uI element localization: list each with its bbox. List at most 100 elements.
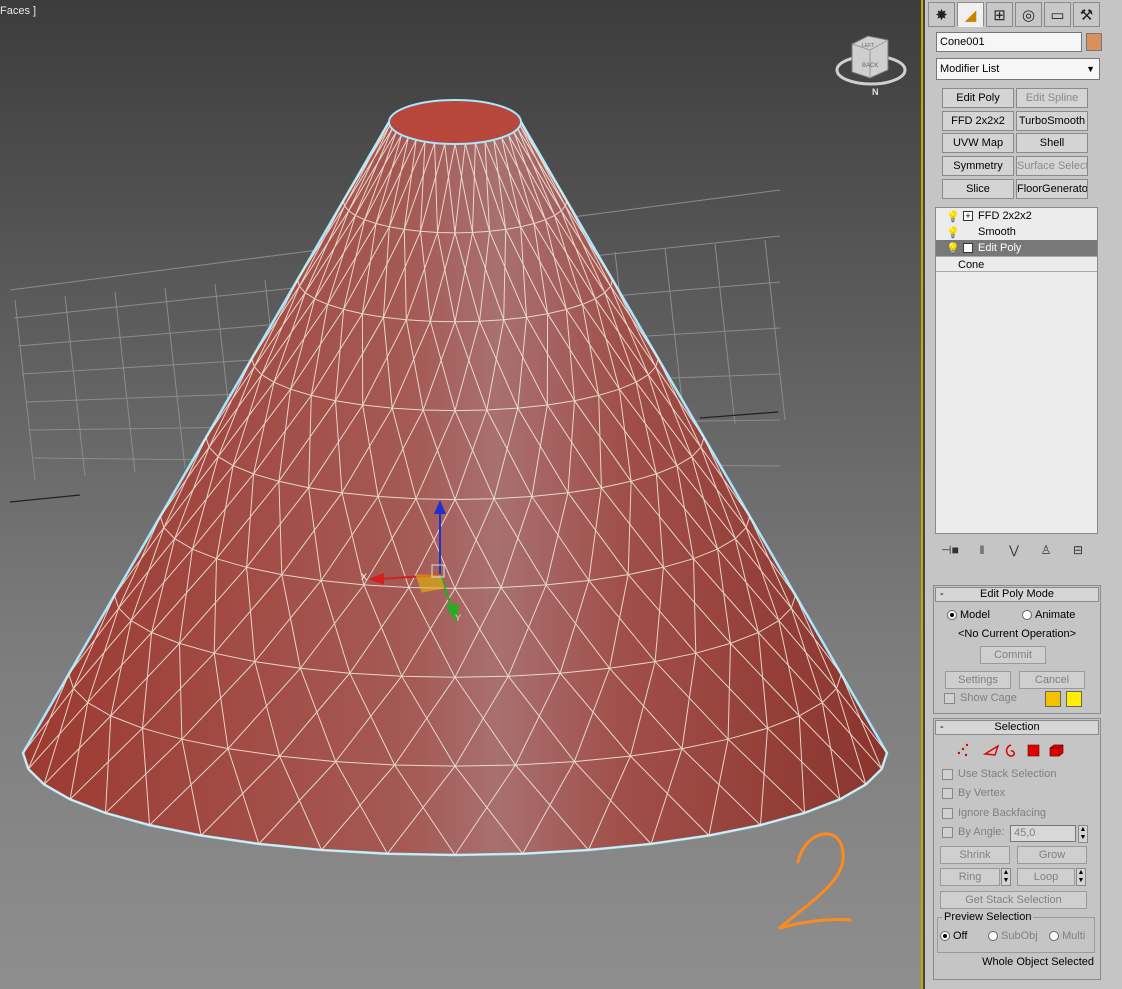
stack-toolbar: ⊣■ ‖ ⋁ ♙ ⊟ bbox=[935, 538, 1100, 562]
shell-button[interactable]: Shell bbox=[1016, 133, 1088, 153]
show-cage-label: Show Cage bbox=[960, 692, 1017, 704]
grid-axis-line bbox=[699, 411, 779, 419]
preview-multi-radio[interactable]: Multi bbox=[1049, 930, 1085, 942]
remove-modifier-icon[interactable]: ♙ bbox=[1036, 543, 1056, 557]
rollout-header-selection[interactable]: - Selection bbox=[935, 720, 1099, 735]
ignore-backfacing-checkbox[interactable]: Ignore Backfacing bbox=[942, 807, 1046, 819]
rollout-header-edit-poly-mode[interactable]: - Edit Poly Mode bbox=[935, 587, 1099, 602]
stack-item-smooth[interactable]: 💡 Smooth bbox=[936, 224, 1097, 240]
cancel-button[interactable]: Cancel bbox=[1019, 671, 1085, 689]
commit-button[interactable]: Commit bbox=[980, 646, 1046, 664]
multi-label: Multi bbox=[1062, 930, 1086, 942]
current-operation-label: <No Current Operation> bbox=[957, 628, 1076, 640]
edge-icon[interactable] bbox=[982, 744, 1000, 756]
by-angle-input[interactable]: 45,0 bbox=[1010, 825, 1076, 842]
pin-stack-icon[interactable]: ⊣■ bbox=[940, 543, 960, 557]
radio-icon bbox=[940, 931, 950, 942]
checkbox-icon bbox=[942, 807, 953, 819]
lightbulb-icon[interactable]: 💡 bbox=[946, 241, 960, 257]
checkbox-icon bbox=[942, 787, 953, 799]
settings-button[interactable]: Settings bbox=[945, 671, 1011, 689]
expand-icon[interactable]: + bbox=[963, 211, 973, 221]
stack-item-edit-poly[interactable]: 💡 + Edit Poly bbox=[936, 240, 1097, 256]
loop-button[interactable]: Loop bbox=[1017, 868, 1075, 886]
lightbulb-icon[interactable]: 💡 bbox=[946, 209, 960, 225]
border-icon[interactable] bbox=[1005, 744, 1015, 757]
object-name-field[interactable]: Cone001 bbox=[936, 32, 1082, 52]
collapse-icon[interactable]: - bbox=[940, 588, 944, 601]
edit-spline-button[interactable]: Edit Spline bbox=[1016, 88, 1088, 108]
display-tab[interactable]: ▭ bbox=[1044, 2, 1071, 27]
object-color-swatch[interactable] bbox=[1086, 33, 1102, 51]
animate-radio[interactable]: Animate bbox=[1022, 609, 1075, 621]
by-vertex-checkbox[interactable]: By Vertex bbox=[942, 787, 1005, 799]
ring-button[interactable]: Ring bbox=[940, 868, 1000, 886]
configure-sets-icon[interactable]: ⊟ bbox=[1068, 543, 1088, 557]
stack-item-label: Cone bbox=[958, 259, 985, 271]
utilities-tab[interactable]: ⚒ bbox=[1073, 2, 1100, 27]
create-tab[interactable]: ✸ bbox=[928, 2, 955, 27]
model-label: Model bbox=[960, 609, 990, 621]
show-end-result-icon[interactable]: ‖ bbox=[972, 543, 992, 557]
gizmo-x-label: X bbox=[361, 572, 367, 582]
checkbox-icon bbox=[942, 826, 953, 838]
edit-poly-mode-rollout: - Edit Poly Mode Model Animate <No Curre… bbox=[933, 585, 1101, 714]
preview-selection-group: Preview Selection Off SubObj Multi bbox=[937, 911, 1095, 953]
by-angle-label: By Angle: bbox=[958, 826, 1005, 838]
ignore-backfacing-label: Ignore Backfacing bbox=[958, 807, 1047, 819]
preview-off-radio[interactable]: Off bbox=[940, 930, 967, 942]
perspective-viewport[interactable]: X Y BACK LEFT N Faces ] bbox=[0, 0, 923, 989]
viewport-shading-label[interactable]: Faces ] bbox=[0, 5, 36, 17]
cage-color-swatch[interactable] bbox=[1045, 691, 1061, 707]
collapse-icon[interactable]: - bbox=[940, 721, 944, 734]
motion-tab[interactable]: ◎ bbox=[1015, 2, 1042, 27]
rollout-title: Edit Poly Mode bbox=[980, 588, 1054, 600]
use-stack-selection-checkbox[interactable]: Use Stack Selection bbox=[942, 768, 1056, 780]
floorgenerator-button[interactable]: FloorGenerator bbox=[1016, 179, 1088, 199]
modifier-stack[interactable]: 💡 + FFD 2x2x2 💡 Smooth 💡 + Edit Poly Con… bbox=[935, 207, 1098, 534]
cage-selected-color-swatch[interactable] bbox=[1066, 691, 1082, 707]
radio-icon bbox=[1022, 610, 1032, 621]
modify-tab[interactable]: ◢ bbox=[957, 2, 984, 27]
preview-selection-label: Preview Selection bbox=[942, 911, 1034, 923]
shrink-button[interactable]: Shrink bbox=[940, 846, 1010, 864]
vertex-icon[interactable] bbox=[957, 743, 969, 757]
loop-spinner[interactable]: ▲ ▼ bbox=[1076, 868, 1086, 886]
modifier-list-label: Modifier List bbox=[940, 63, 1000, 75]
edit-poly-button[interactable]: Edit Poly bbox=[942, 88, 1014, 108]
subobject-level-icons bbox=[957, 743, 1064, 757]
cone-top-cap[interactable] bbox=[388, 99, 522, 145]
hierarchy-tab[interactable]: ⊞ bbox=[986, 2, 1013, 27]
polygon-icon[interactable] bbox=[1027, 744, 1040, 757]
modifier-list-dropdown[interactable]: Modifier List ▼ bbox=[936, 58, 1100, 80]
grow-button[interactable]: Grow bbox=[1017, 846, 1087, 864]
stack-item-label: Edit Poly bbox=[978, 242, 1022, 254]
stack-item-cone[interactable]: Cone bbox=[936, 256, 1097, 272]
expand-icon[interactable]: + bbox=[963, 243, 973, 253]
chevron-down-icon: ▼ bbox=[1086, 64, 1095, 74]
turbosmooth-button[interactable]: TurboSmooth bbox=[1016, 111, 1088, 131]
show-cage-checkbox[interactable]: Show Cage bbox=[944, 692, 1017, 704]
stack-item-label: FFD 2x2x2 bbox=[978, 210, 1032, 222]
radio-icon bbox=[988, 931, 998, 942]
ring-spinner[interactable]: ▲ ▼ bbox=[1001, 868, 1011, 886]
by-angle-checkbox[interactable]: By Angle: bbox=[942, 826, 1004, 838]
make-unique-icon[interactable]: ⋁ bbox=[1004, 543, 1024, 557]
surface-select-button[interactable]: Surface Select bbox=[1016, 156, 1088, 176]
get-stack-selection-button[interactable]: Get Stack Selection bbox=[940, 891, 1087, 909]
lightbulb-icon[interactable]: 💡 bbox=[946, 225, 960, 241]
stack-item-ffd[interactable]: 💡 + FFD 2x2x2 bbox=[936, 208, 1097, 224]
uvw-map-button[interactable]: UVW Map bbox=[942, 133, 1014, 153]
preview-subobj-radio[interactable]: SubObj bbox=[988, 930, 1038, 942]
by-angle-spinner[interactable]: ▲ ▼ bbox=[1078, 825, 1088, 843]
symmetry-button[interactable]: Symmetry bbox=[942, 156, 1014, 176]
viewcube-face-label: BACK bbox=[862, 63, 878, 69]
by-vertex-label: By Vertex bbox=[958, 787, 1006, 799]
slice-button[interactable]: Slice bbox=[942, 179, 1014, 199]
ffd-2x2x2-button[interactable]: FFD 2x2x2 bbox=[942, 111, 1014, 131]
use-stack-selection-label: Use Stack Selection bbox=[958, 768, 1057, 780]
command-panel-tabs: ✸ ◢ ⊞ ◎ ▭ ⚒ bbox=[928, 2, 1100, 27]
model-radio[interactable]: Model bbox=[947, 609, 990, 621]
viewport-canvas[interactable]: X Y BACK LEFT N bbox=[0, 0, 923, 989]
element-icon[interactable] bbox=[1049, 744, 1064, 757]
